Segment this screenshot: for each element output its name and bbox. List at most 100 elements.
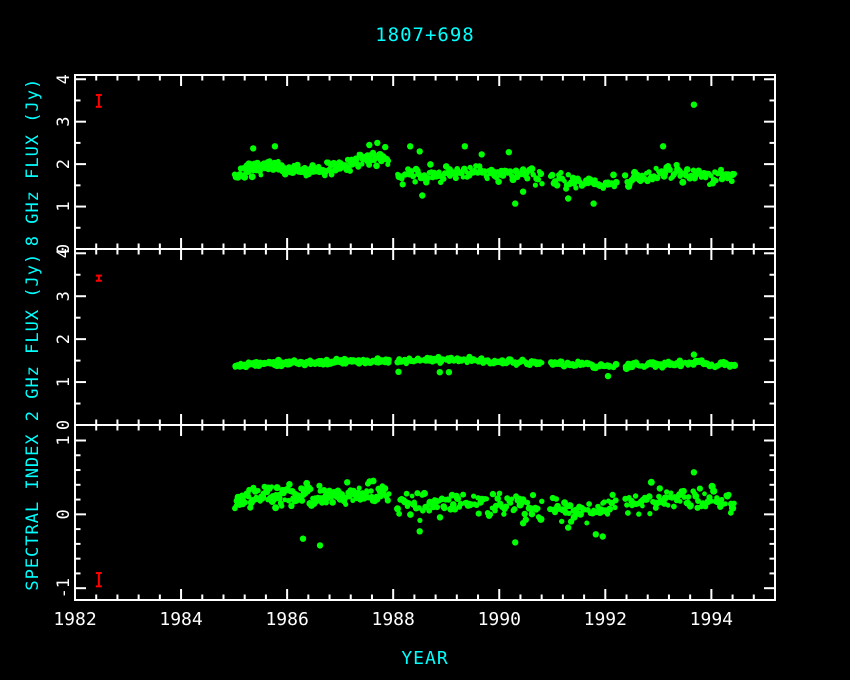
outlier-point — [660, 143, 666, 149]
x-tick-label: 1982 — [53, 609, 96, 630]
data-point — [386, 491, 391, 496]
y-tick-label: 1 — [54, 435, 74, 445]
data-point — [622, 172, 628, 178]
axis-ticks — [75, 249, 775, 425]
data-point — [633, 493, 638, 498]
data-point — [636, 511, 641, 516]
y-tick-label: 1 — [54, 201, 74, 211]
outlier-point — [691, 102, 697, 108]
data-point — [625, 510, 631, 516]
outlier-point — [417, 528, 423, 534]
y-tick-label: 3 — [54, 117, 74, 127]
data-point — [417, 518, 422, 523]
outlier-point — [691, 469, 697, 475]
plot-figure: 0123401234-10119821984198619881990199219… — [0, 0, 850, 680]
axis-ticks — [75, 75, 775, 249]
data-point — [732, 171, 738, 177]
data-point — [540, 360, 545, 365]
outlier-point — [512, 539, 518, 545]
data-point — [539, 181, 544, 186]
data-point — [679, 179, 686, 186]
data-point — [554, 182, 561, 189]
data-point — [714, 178, 719, 183]
outlier-point — [600, 533, 606, 539]
outlier-point — [417, 148, 423, 154]
y-tick-label: 3 — [54, 291, 74, 301]
data-point — [522, 511, 528, 517]
panel-spectral-index: -101 — [54, 425, 775, 600]
data-point — [667, 167, 673, 173]
data-point — [669, 491, 674, 496]
data-point — [538, 171, 545, 178]
data-point — [249, 173, 256, 180]
data-point — [400, 181, 406, 187]
data-point — [256, 488, 261, 493]
data-point — [702, 491, 707, 496]
data-point — [688, 502, 694, 508]
data-point — [624, 502, 629, 507]
outlier-point — [462, 143, 468, 149]
data-point — [316, 483, 322, 489]
data-point — [412, 179, 418, 185]
outlier-point — [300, 536, 306, 542]
x-tick-labels: 1982198419861988199019921994 — [53, 609, 733, 630]
data-point — [533, 183, 538, 188]
data-point — [719, 497, 724, 502]
data-point — [343, 502, 348, 507]
data-point — [373, 163, 380, 170]
data-point — [573, 185, 578, 190]
outlier-point — [590, 200, 596, 206]
y-tick-label: 4 — [54, 74, 74, 84]
data-point — [360, 162, 365, 167]
plot-canvas: 0123401234-10119821984198619881990199219… — [0, 0, 850, 680]
data-point — [610, 492, 616, 498]
outlier-point — [382, 144, 388, 150]
data-point — [329, 499, 336, 506]
x-tick-label: 1992 — [584, 609, 627, 630]
error-bar-legend — [96, 276, 102, 281]
data-point — [242, 499, 248, 505]
data-point — [279, 503, 284, 508]
data-point — [453, 175, 459, 181]
data-point — [554, 496, 560, 502]
outlier-point — [565, 195, 571, 201]
x-tick-label: 1986 — [265, 609, 308, 630]
outlier-point — [479, 151, 485, 157]
data-point — [476, 510, 482, 516]
data-point — [286, 481, 293, 488]
data-point — [680, 488, 687, 495]
data-points — [232, 102, 737, 207]
data-point — [347, 168, 353, 174]
data-point — [434, 504, 440, 510]
data-point — [648, 479, 655, 486]
data-point — [512, 506, 518, 512]
outlier-point — [272, 143, 278, 149]
data-point — [396, 511, 402, 517]
data-point — [613, 497, 619, 503]
data-points — [232, 469, 737, 549]
data-point — [697, 486, 703, 492]
panel-2ghz-flux: 01234 — [54, 248, 775, 430]
data-point — [404, 491, 410, 497]
outlier-point — [691, 351, 697, 357]
data-point — [584, 521, 589, 526]
data-point — [671, 504, 677, 510]
outlier-point — [520, 189, 526, 195]
data-point — [412, 500, 417, 505]
data-point — [723, 501, 728, 506]
outlier-point — [366, 142, 372, 148]
outlier-point — [512, 200, 518, 206]
data-point — [501, 511, 506, 516]
data-point — [503, 504, 509, 510]
data-point — [407, 511, 414, 518]
data-point — [530, 492, 536, 498]
data-points — [232, 351, 738, 379]
plot-title: 1807+698 — [0, 24, 850, 46]
error-bar-legend — [96, 95, 102, 107]
data-point — [640, 504, 645, 509]
data-point — [427, 161, 434, 168]
y-axis-title-2ghz-flux: 2 GHz FLUX (Jy) — [23, 253, 43, 422]
data-point — [441, 505, 447, 511]
data-point — [437, 514, 443, 520]
outlier-point — [407, 143, 413, 149]
